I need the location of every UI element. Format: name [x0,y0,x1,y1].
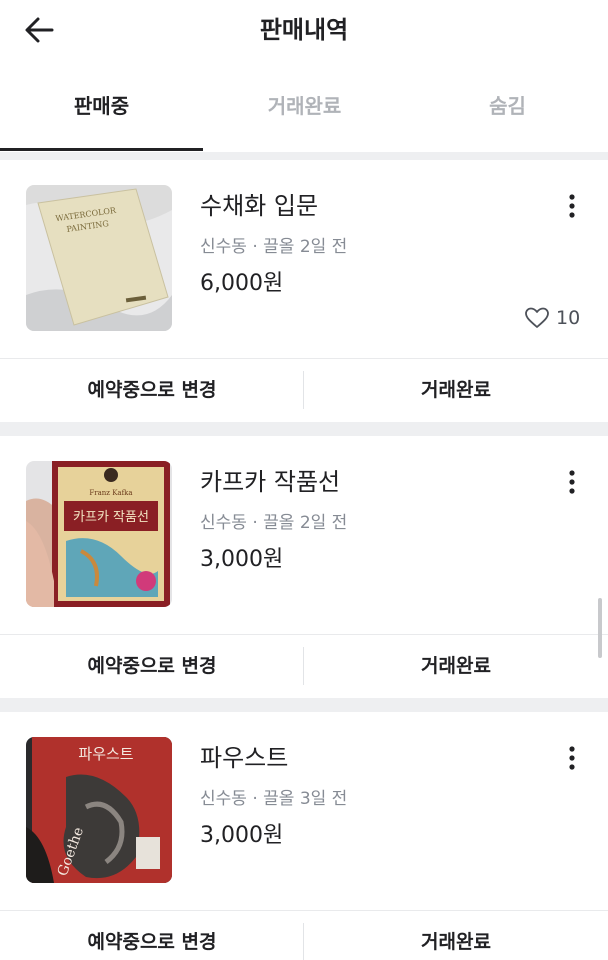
app-header: 판매내역 [0,0,608,56]
item-title[interactable]: 카프카 작품선 [200,462,340,497]
likes-count: 10 [524,305,580,331]
card-actions: 예약중으로 변경 거래완료 [0,358,608,422]
change-to-reserved-button[interactable]: 예약중으로 변경 [0,911,304,960]
thumb-text: Franz Kafka [89,489,132,497]
item-title[interactable]: 수채화 입문 [200,186,318,221]
tab-on-sale[interactable]: 판매중 [0,76,203,152]
active-tab-indicator [0,148,203,151]
thumb-text: 카프카 작품선 [73,510,149,525]
listing-card: WATERCOLOR PAINTING 수채화 입문 신수동 · 끌올 2일 전… [0,160,608,422]
mark-completed-button[interactable]: 거래완료 [304,359,608,423]
tab-hidden[interactable]: 숨김 [406,76,608,152]
thumb-text: 파우스트 [78,745,133,763]
more-vertical-icon [569,746,575,770]
more-vertical-icon [569,470,575,494]
meta-separator: · [252,513,258,533]
item-thumbnail[interactable]: 카프카 작품선 Franz Kafka [26,461,172,607]
item-time: 끌올 2일 전 [263,513,348,533]
change-to-reserved-button[interactable]: 예약중으로 변경 [0,359,304,423]
more-options-button[interactable] [556,742,588,774]
scrollbar[interactable] [598,598,602,658]
section-separator [0,698,608,712]
item-price: 3,000원 [200,547,284,572]
item-meta: 신수동 · 끌올 2일 전 [200,232,347,257]
tab-completed[interactable]: 거래완료 [203,76,406,152]
item-time: 끌올 3일 전 [263,789,348,809]
more-vertical-icon [569,194,575,218]
item-thumbnail[interactable]: WATERCOLOR PAINTING [26,185,172,331]
more-options-button[interactable] [556,466,588,498]
item-price: 6,000원 [200,271,284,296]
item-location: 신수동 [200,513,247,533]
change-to-reserved-button[interactable]: 예약중으로 변경 [0,635,304,699]
card-actions: 예약중으로 변경 거래완료 [0,910,608,960]
more-options-button[interactable] [556,190,588,222]
mark-completed-button[interactable]: 거래완료 [304,911,608,960]
listing-card: 파우스트 Goethe 파우스트 신수동 · 끌올 3일 전 3,000원 예약… [0,712,608,960]
item-thumbnail[interactable]: 파우스트 Goethe [26,737,172,883]
item-meta: 신수동 · 끌올 3일 전 [200,784,347,809]
meta-separator: · [252,789,258,809]
tab-bar: 판매중 거래완료 숨김 [0,76,608,152]
item-location: 신수동 [200,237,247,257]
item-title[interactable]: 파우스트 [200,738,288,773]
page-title: 판매내역 [259,16,349,44]
listing-card: 카프카 작품선 Franz Kafka 카프카 작품선 신수동 · 끌올 2일 … [0,436,608,698]
item-price: 3,000원 [200,823,284,848]
item-meta: 신수동 · 끌올 2일 전 [200,508,347,533]
meta-separator: · [252,237,258,257]
card-actions: 예약중으로 변경 거래완료 [0,634,608,698]
mark-completed-button[interactable]: 거래완료 [304,635,608,699]
heart-icon [525,307,549,328]
likes-value: 10 [556,307,581,329]
item-location: 신수동 [200,789,247,809]
section-separator [0,422,608,436]
item-time: 끌올 2일 전 [263,237,348,257]
